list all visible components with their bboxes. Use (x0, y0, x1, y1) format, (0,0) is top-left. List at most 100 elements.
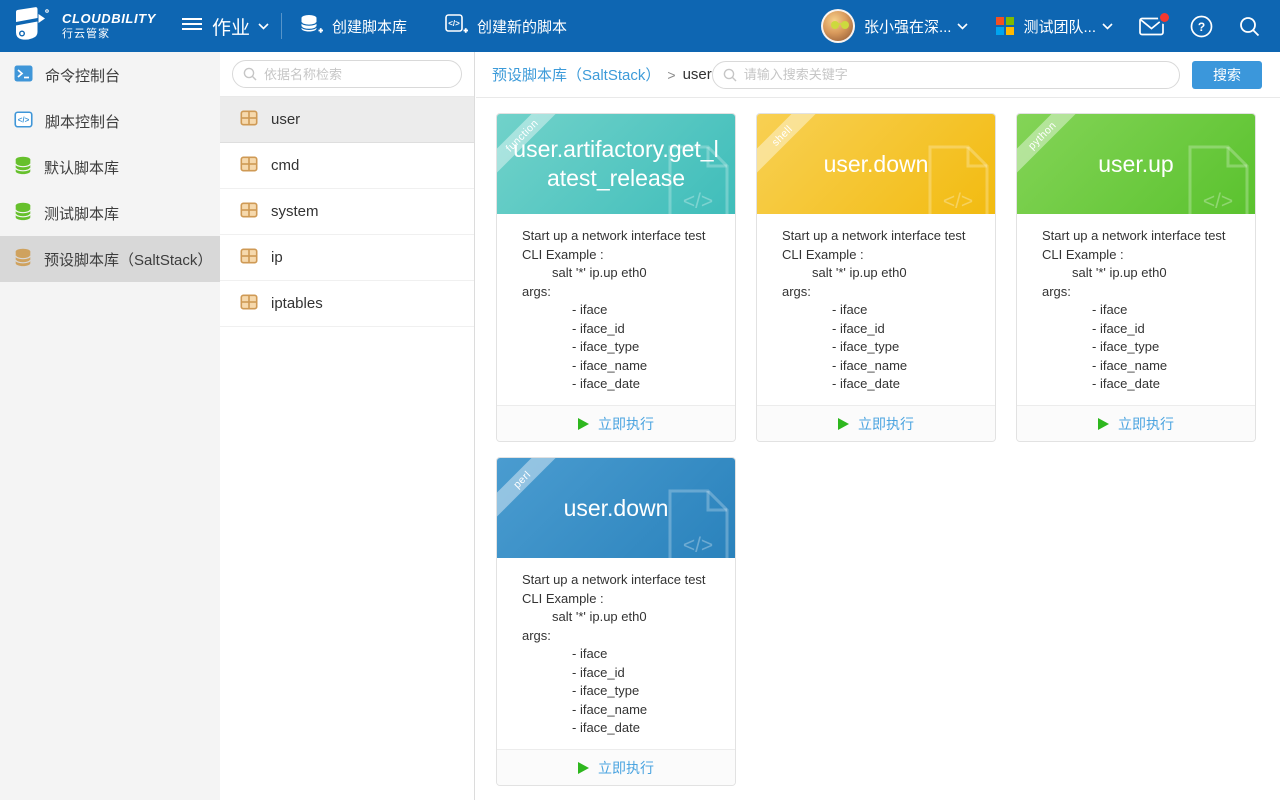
create-script-library-label: 创建脚本库 (332, 16, 407, 37)
search-button[interactable]: 搜索 (1192, 61, 1262, 89)
svg-text:</>: </> (448, 19, 460, 28)
card-description-line: args: (782, 283, 987, 302)
code-console-icon: </> (14, 110, 33, 133)
card-description-line: - iface_id (782, 320, 987, 339)
sidebar-item-label: 脚本控制台 (45, 111, 120, 132)
card-description-line: - iface_name (522, 701, 727, 720)
card-description-line: - iface_id (1042, 320, 1247, 339)
script-card-header: function user.artifactory.get_latest_rel… (497, 114, 735, 214)
execute-button[interactable]: 立即执行 (757, 405, 995, 441)
module-item-iptables[interactable]: iptables (220, 281, 474, 327)
sidebar-item-label: 默认脚本库 (44, 157, 119, 178)
breadcrumb-bar: 预设脚本库（SaltStack） > user 搜索 (476, 52, 1280, 98)
sidebar-item-test-library[interactable]: 测试脚本库 (0, 190, 220, 236)
card-description-line: - iface (1042, 301, 1247, 320)
sidebar-item-label: 测试脚本库 (44, 203, 119, 224)
script-card-header: shell user.down </> (757, 114, 995, 214)
workspace-menu[interactable]: 作业 (182, 13, 269, 40)
table-icon (240, 201, 258, 223)
keyword-search-input[interactable] (712, 61, 1180, 89)
module-item-label: cmd (271, 157, 299, 174)
left-sidebar: 命令控制台 </> 脚本控制台 默认脚本库 (0, 52, 220, 800)
sidebar-item-default-library[interactable]: 默认脚本库 (0, 144, 220, 190)
card-description-line: - iface_date (522, 719, 727, 738)
mail-icon[interactable] (1139, 17, 1164, 36)
card-description-line: CLI Example : (782, 246, 987, 265)
code-file-watermark-icon: </> (1187, 145, 1249, 214)
svg-text:</>: </> (1203, 190, 1233, 213)
script-card-title: user.down (552, 494, 681, 523)
execute-button[interactable]: 立即执行 (1017, 405, 1255, 441)
script-card-description: Start up a network interface testCLI Exa… (497, 214, 735, 405)
module-item-label: user (271, 111, 300, 128)
card-description-line: salt '*' ip.up eth0 (522, 264, 727, 283)
avatar[interactable] (821, 9, 855, 43)
execute-button[interactable]: 立即执行 (497, 749, 735, 785)
create-script-library-button[interactable]: 创建脚本库 (300, 14, 407, 39)
card-description-line: Start up a network interface test (1042, 227, 1247, 246)
card-description-line: - iface_type (1042, 338, 1247, 357)
card-description-line: Start up a network interface test (782, 227, 987, 246)
search-icon (723, 68, 737, 82)
script-card-title: user.artifactory.get_latest_release (497, 135, 735, 193)
card-description-line: - iface (782, 301, 987, 320)
team-menu-name[interactable]: 测试团队... (1023, 16, 1096, 37)
brand-subtitle: 行云管家 (62, 28, 156, 41)
search-icon[interactable] (1239, 16, 1260, 37)
card-description-line: args: (522, 283, 727, 302)
svg-text:?: ? (1198, 20, 1205, 34)
card-description-line: - iface_name (522, 357, 727, 376)
brand-name: CLOUDBILITY (62, 12, 156, 27)
user-menu-name[interactable]: 张小强在深... (864, 16, 952, 37)
play-icon (578, 418, 589, 430)
breadcrumb-parent-link[interactable]: 预设脚本库（SaltStack） (492, 64, 660, 85)
database-tan-icon (14, 248, 32, 271)
sidebar-item-command-console[interactable]: 命令控制台 (0, 52, 220, 98)
play-icon (578, 762, 589, 774)
breadcrumb-current: user (683, 66, 712, 83)
sidebar-item-preset-library-saltstack[interactable]: 预设脚本库（SaltStack） (0, 236, 220, 282)
language-ribbon: python (1017, 114, 1085, 179)
script-card: shell user.down </> Start up a network i… (756, 113, 996, 442)
sidebar-item-label: 预设脚本库（SaltStack） (44, 249, 212, 270)
help-icon[interactable]: ? (1190, 15, 1213, 38)
unread-dot-badge (1160, 13, 1169, 22)
execute-label: 立即执行 (598, 414, 654, 434)
main-content: 预设脚本库（SaltStack） > user 搜索 function user… (476, 52, 1280, 800)
module-item-label: iptables (271, 295, 323, 312)
hamburger-icon (182, 17, 202, 36)
sidebar-item-script-console[interactable]: </> 脚本控制台 (0, 98, 220, 144)
module-item-ip[interactable]: ip (220, 235, 474, 281)
execute-button[interactable]: 立即执行 (497, 405, 735, 441)
navbar-right: 张小强在深... 测试团队... ? (821, 9, 1280, 43)
card-description-line: args: (522, 627, 727, 646)
card-description-line: - iface_name (1042, 357, 1247, 376)
chevron-down-icon[interactable] (957, 17, 968, 35)
module-item-user[interactable]: user (220, 97, 474, 143)
workspace-menu-label: 作业 (212, 13, 250, 40)
module-item-label: ip (271, 249, 283, 266)
script-card-title: user.up (1086, 150, 1185, 179)
table-icon (240, 155, 258, 177)
breadcrumb-separator: > (667, 67, 675, 83)
card-description-line: salt '*' ip.up eth0 (522, 608, 727, 627)
module-item-cmd[interactable]: cmd (220, 143, 474, 189)
module-search-input[interactable] (232, 60, 462, 88)
navbar-divider (281, 13, 282, 39)
module-item-label: system (271, 203, 319, 220)
chevron-down-icon[interactable] (1102, 17, 1113, 35)
card-description-line: - iface (522, 645, 727, 664)
create-new-script-label: 创建新的脚本 (477, 16, 567, 37)
create-new-script-button[interactable]: </> 创建新的脚本 (445, 14, 567, 39)
svg-text:</>: </> (943, 190, 973, 213)
card-description-line: - iface_date (522, 375, 727, 394)
script-card-grid: function user.artifactory.get_latest_rel… (476, 98, 1280, 800)
execute-label: 立即执行 (858, 414, 914, 434)
svg-text:</>: </> (683, 534, 713, 557)
card-description-line: CLI Example : (1042, 246, 1247, 265)
play-icon (1098, 418, 1109, 430)
svg-text:</>: </> (683, 190, 713, 213)
module-item-system[interactable]: system (220, 189, 474, 235)
module-search-bar (220, 52, 474, 97)
card-description-line: CLI Example : (522, 246, 727, 265)
